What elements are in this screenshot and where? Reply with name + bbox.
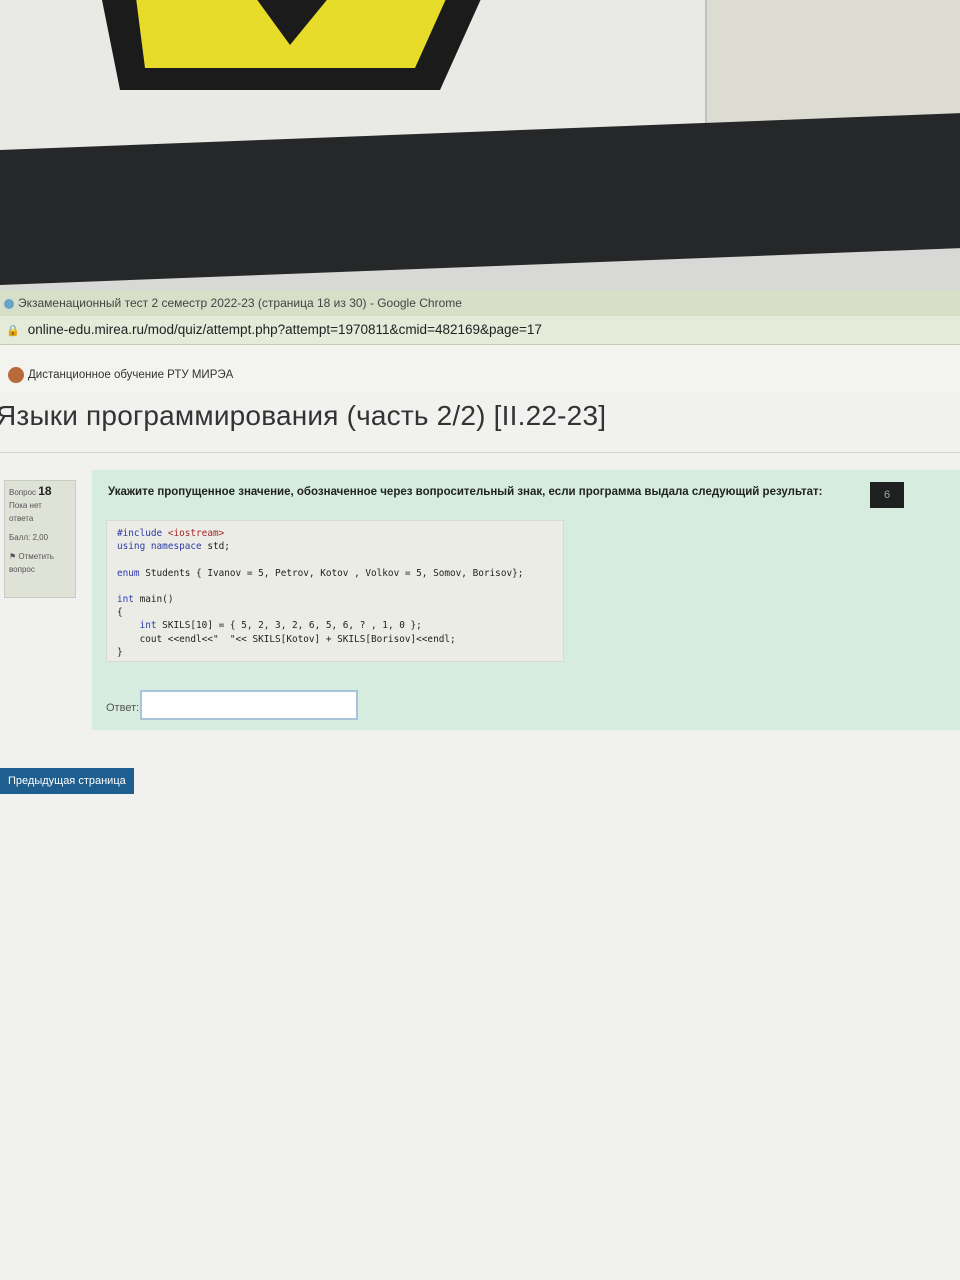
chrome-icon	[4, 298, 14, 309]
lock-icon: 🔒	[6, 325, 20, 337]
course-title: Языки программирования (часть 2/2) [II.2…	[0, 400, 607, 431]
window-title: Экзаменационный тест 2 семестр 2022-23 (…	[18, 296, 462, 310]
question-grade: Балл: 2,00	[9, 533, 49, 542]
flag-question-link-2[interactable]: вопрос	[9, 563, 71, 576]
flag-question-link[interactable]: ⚑ Отметить	[9, 550, 71, 563]
divider	[0, 452, 960, 453]
question-info-panel: Вопрос 18 Пока нет ответа Балл: 2,00 ⚑ О…	[4, 480, 76, 598]
question-number: 18	[38, 484, 52, 498]
answer-input[interactable]	[140, 690, 358, 720]
warning-sign-image	[102, 0, 481, 90]
question-text: Укажите пропущенное значение, обозначенн…	[108, 486, 823, 498]
previous-page-button[interactable]: Предыдущая страница	[0, 768, 134, 794]
code-block: #include <iostream> using namespace std;…	[106, 520, 564, 662]
university-logo-icon[interactable]	[8, 366, 24, 383]
result-image: 6	[870, 482, 904, 508]
site-header: Дистанционное обучение РТУ МИРЭА	[0, 345, 960, 393]
question-content: Укажите пропущенное значение, обозначенн…	[92, 470, 960, 730]
question-status: Пока нет	[9, 501, 42, 510]
site-name[interactable]: Дистанционное обучение РТУ МИРЭА	[28, 369, 233, 381]
url-text[interactable]: online-edu.mirea.ru/mod/quiz/attempt.php…	[28, 322, 542, 337]
window-titlebar: Экзаменационный тест 2 семестр 2022-23 (…	[0, 290, 960, 317]
flag-icon: ⚑	[9, 552, 17, 561]
browser-screen: Экзаменационный тест 2 семестр 2022-23 (…	[0, 290, 960, 1280]
question-label: Вопрос	[9, 488, 37, 497]
address-bar[interactable]: 🔒 online-edu.mirea.ru/mod/quiz/attempt.ph…	[0, 316, 960, 345]
question-status-2: ответа	[9, 514, 34, 523]
answer-label: Ответ:	[106, 702, 140, 714]
